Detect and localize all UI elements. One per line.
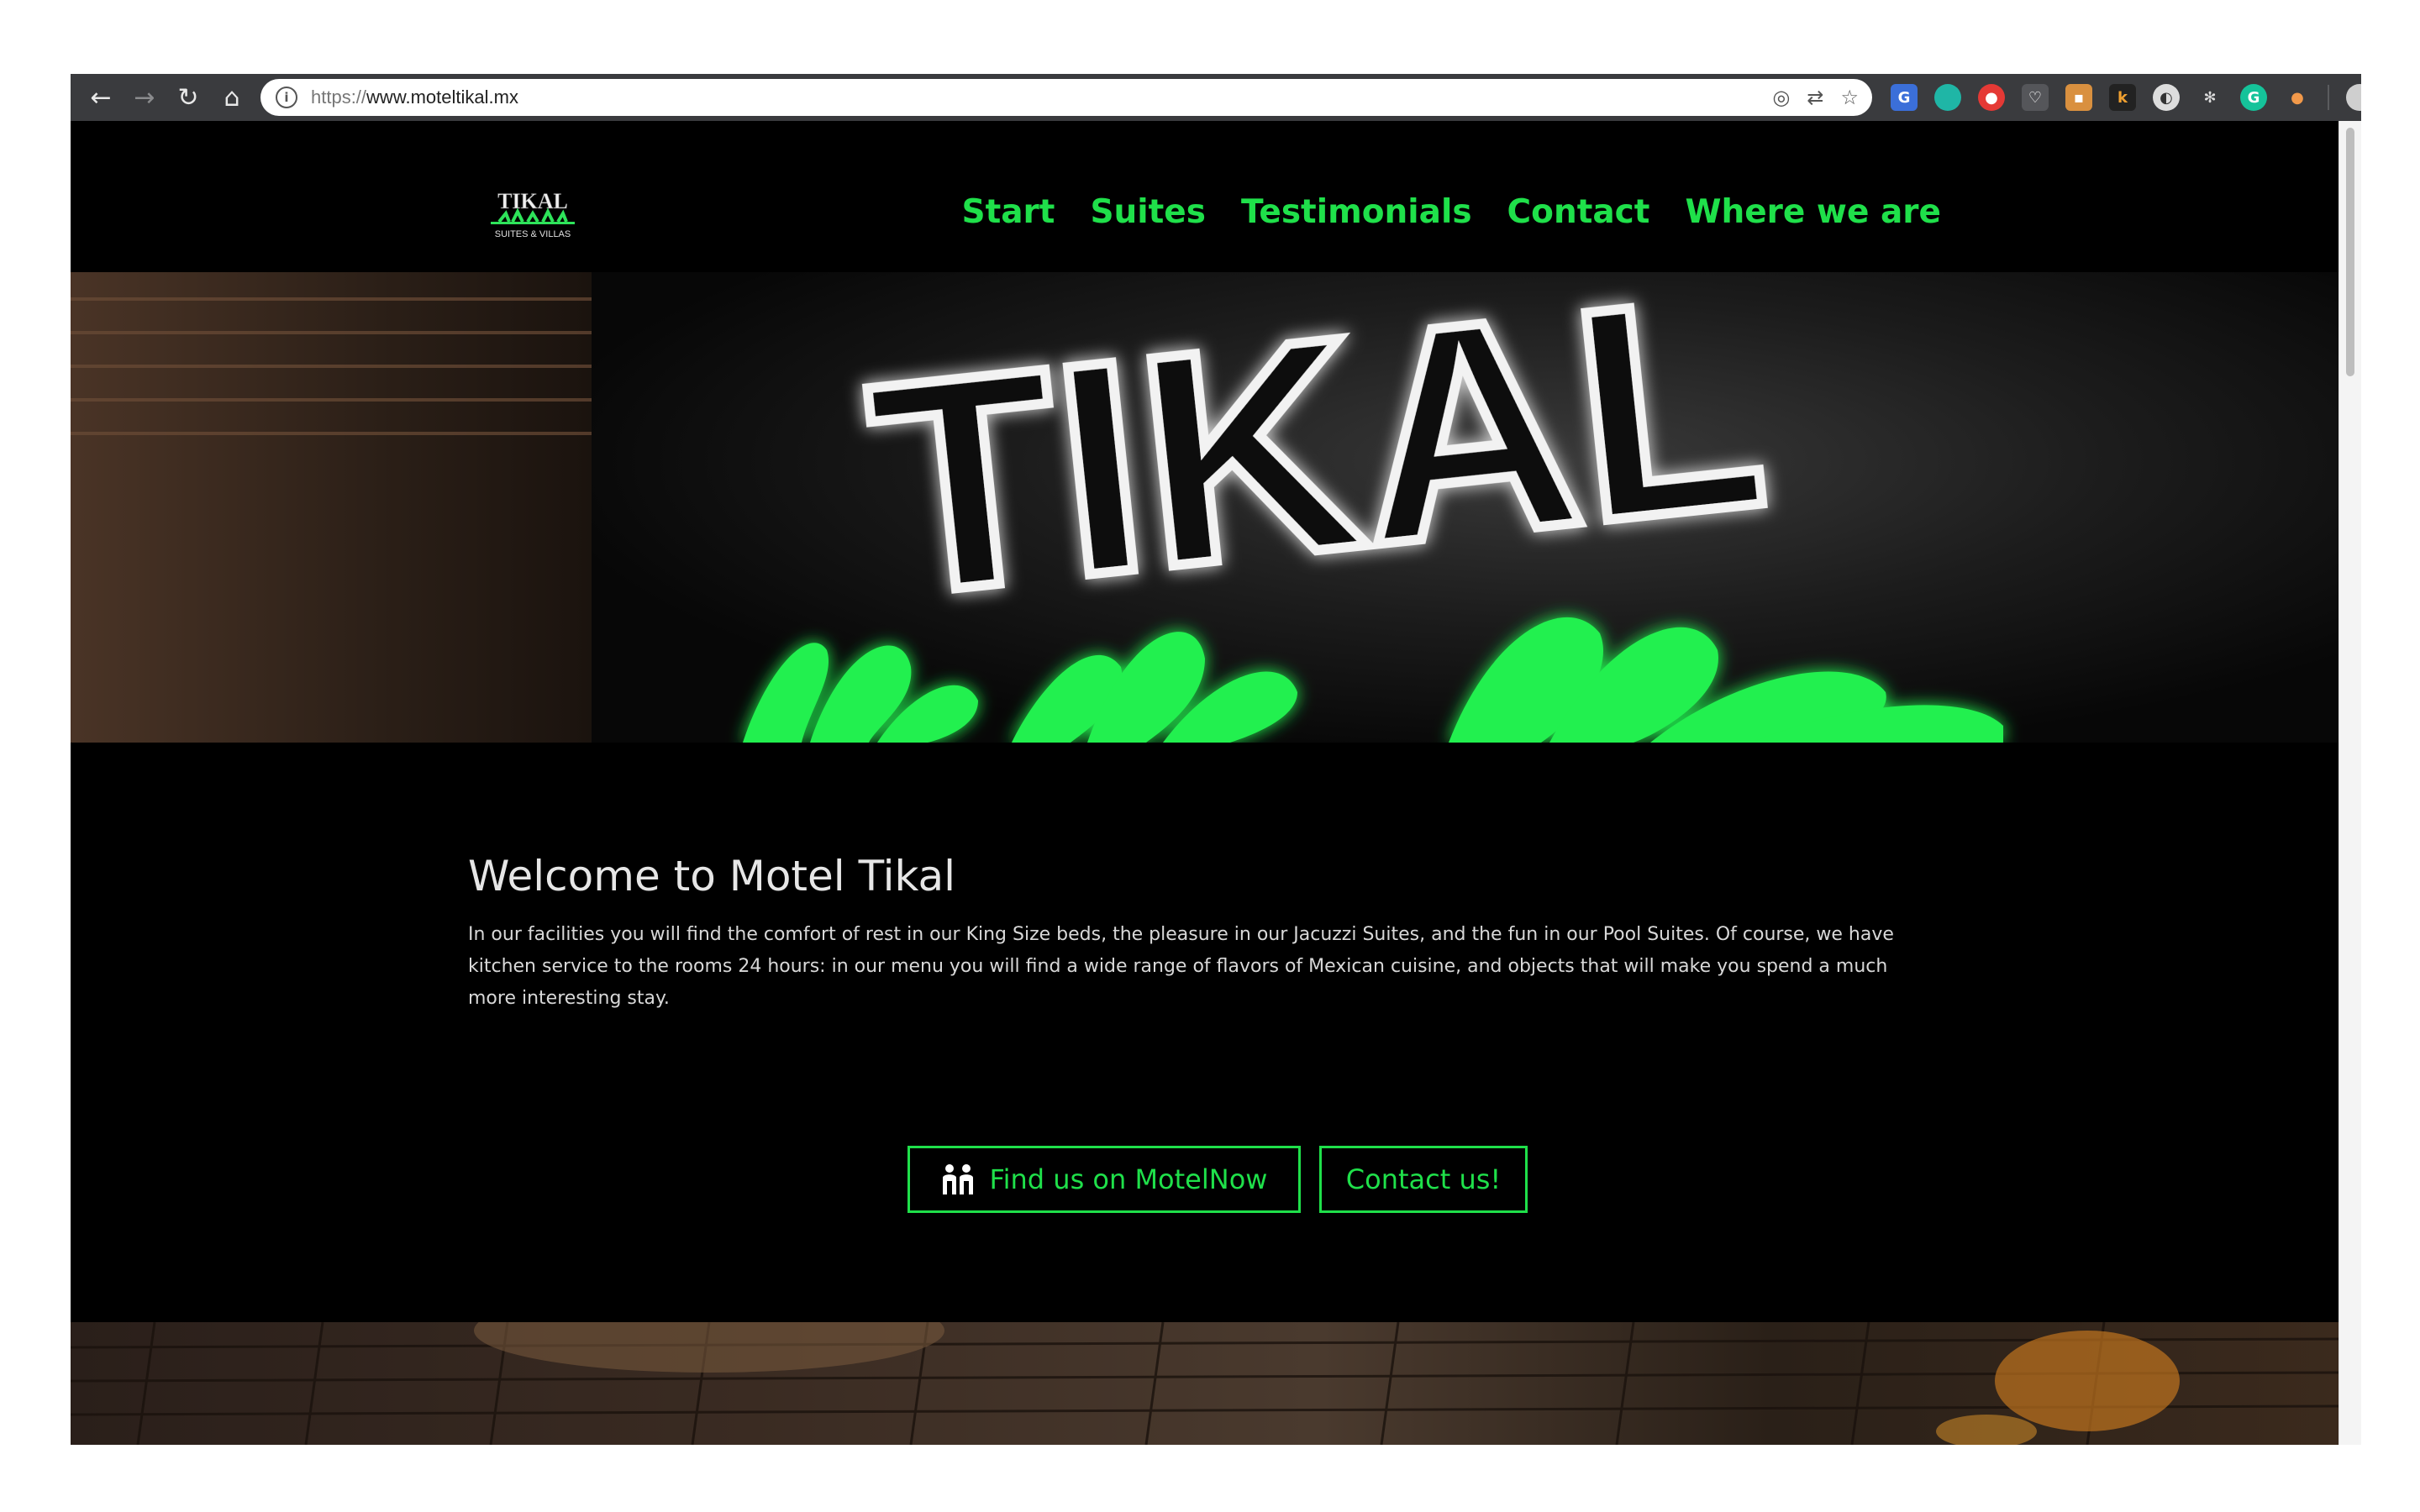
welcome-title: Welcome to Motel Tikal [468,852,956,900]
svg-text:TIKAL: TIKAL [497,189,568,213]
url-text[interactable]: https://www.moteltikal.mx [311,87,518,108]
extension-icon[interactable]: G [1891,84,1918,111]
svg-text:SUITES & VILLAS: SUITES & VILLAS [495,229,571,239]
main-nav: Start Suites Testimonials Contact Where … [962,193,1942,231]
extension-icon[interactable] [1934,84,1961,111]
browser-toolbar: ← → ↻ ⌂ i https://www.moteltikal.mx ◎ ⇄ … [71,74,2361,121]
info-icon[interactable]: i [276,87,297,108]
page-scrollbar[interactable] [2338,121,2361,1445]
contact-us-button[interactable]: Contact us! [1319,1146,1528,1213]
pocket-icon[interactable]: ♡ [2022,84,2049,111]
address-bar[interactable]: i https://www.moteltikal.mx ◎ ⇄ ☆ [260,79,1872,116]
welcome-text: In our facilities you will find the comf… [468,924,1894,1009]
extension-icon[interactable]: ▪ [2065,84,2092,111]
tikal-sign-text: TIKAL [857,272,1778,660]
hero-image: TIKAL [71,272,2339,743]
extension-icon[interactable]: ◐ [2153,84,2180,111]
welcome-section: Welcome to Motel Tikal In our facilities… [468,852,1930,1015]
tikal-sign-graphic: TIKAL [743,272,2003,743]
web-page: TIKAL SUITES & VILLAS Start Suites Testi… [71,121,2339,1445]
scrollbar-thumb[interactable] [2346,128,2354,376]
motelnow-logo-icon [942,1164,973,1194]
toolbar-divider [2328,85,2329,110]
extension-icon[interactable]: ● [2284,84,2311,111]
grammarly-icon[interactable]: G [2240,84,2267,111]
bookmark-star-icon[interactable]: ☆ [1840,86,1859,109]
camera-blocked-icon[interactable]: ◎ [1772,86,1790,109]
site-logo[interactable]: TIKAL SUITES & VILLAS [474,188,592,242]
motelnow-button-label: Find us on MotelNow [989,1163,1268,1195]
browser-window: ← → ↻ ⌂ i https://www.moteltikal.mx ◎ ⇄ … [71,74,2361,1445]
contact-button-label: Contact us! [1345,1163,1502,1195]
translate-icon[interactable]: ⇄ [1807,86,1823,109]
nav-where-we-are[interactable]: Where we are [1685,193,1941,231]
extension-icon[interactable]: k [2109,84,2136,111]
nav-suites[interactable]: Suites [1090,193,1206,231]
reload-icon[interactable]: ↻ [168,77,208,118]
back-arrow-icon[interactable]: ← [81,77,121,118]
profile-avatar[interactable] [2346,84,2361,111]
paving-texture [71,1322,2339,1445]
find-on-motelnow-button[interactable]: Find us on MotelNow [908,1146,1301,1213]
paving-photo [71,1322,2339,1445]
forward-arrow-icon[interactable]: → [124,77,165,118]
nav-testimonials[interactable]: Testimonials [1241,193,1472,231]
nav-start[interactable]: Start [962,193,1055,231]
nav-contact[interactable]: Contact [1507,193,1650,231]
react-devtools-icon[interactable]: ✻ [2196,84,2223,111]
extensions-bar: G ● ♡ ▪ k ◐ ✻ G ● ♠ [1891,84,2361,111]
home-icon[interactable]: ⌂ [212,77,252,118]
extension-icon[interactable]: ● [1978,84,2005,111]
